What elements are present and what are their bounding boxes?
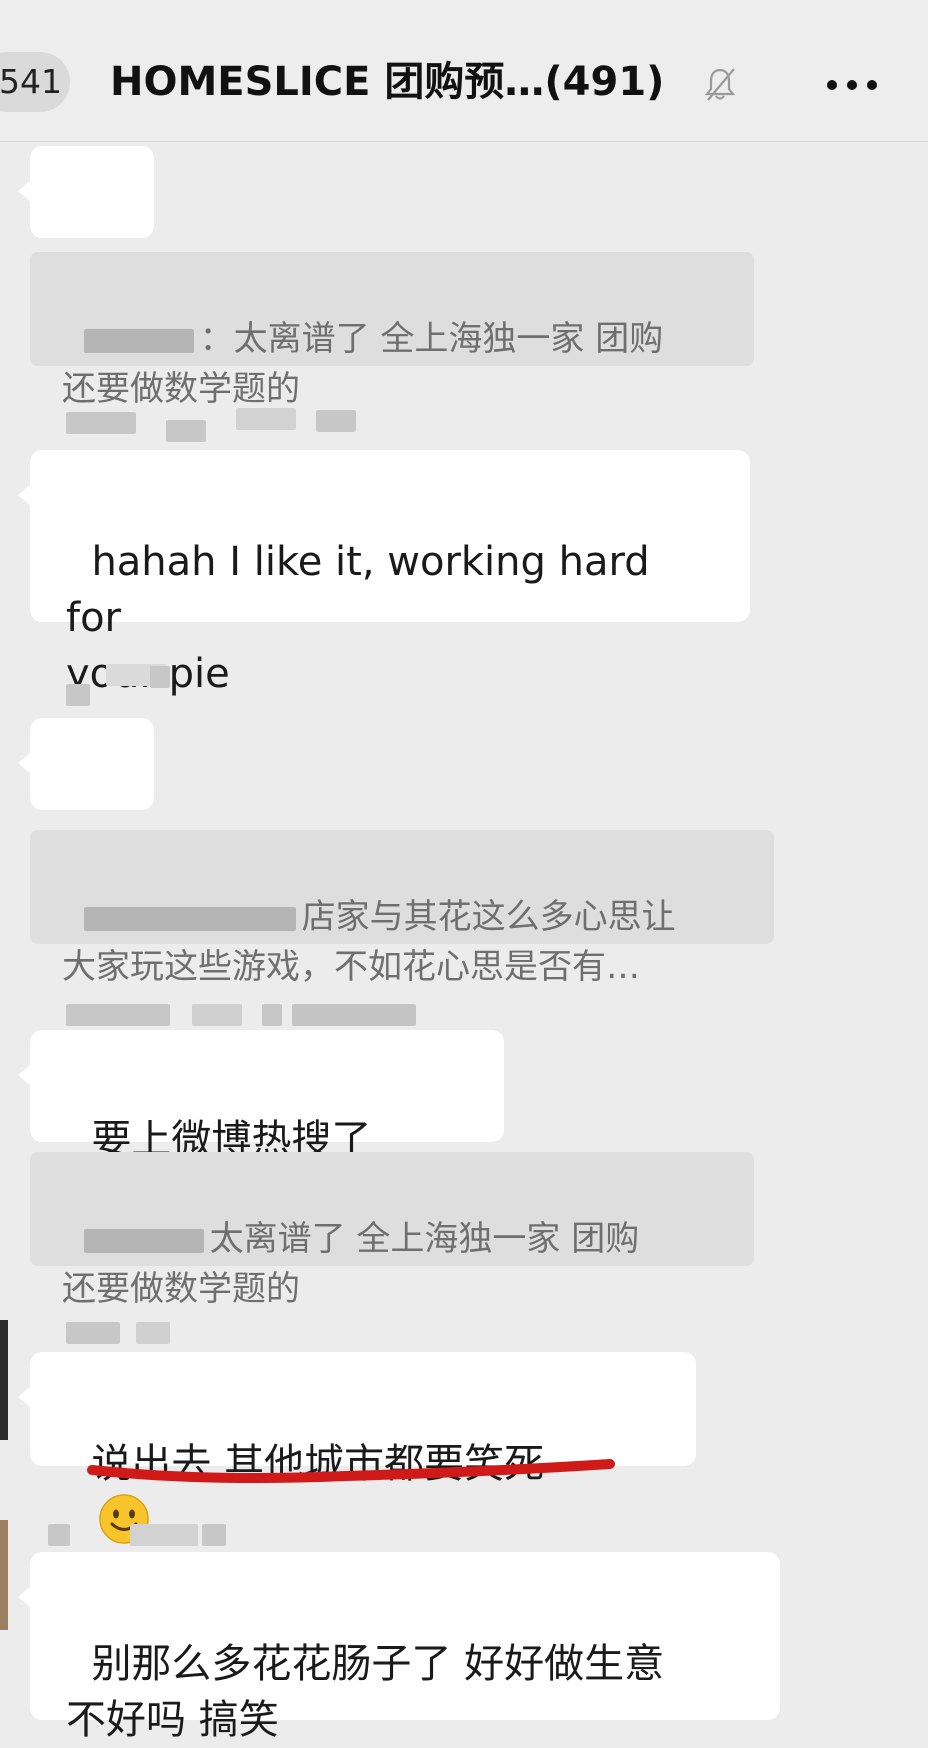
quoted-message[interactable]: 太离谱了 全上海独一家 团购 还要做数学题的 — [30, 1152, 754, 1309]
sender-name-blurred — [48, 1518, 348, 1552]
quoted-message[interactable]: 店家与其花这么多心思让 大家玩这些游戏，不如花心思是否有… — [30, 830, 774, 987]
bell-muted-icon — [704, 68, 736, 101]
sender-name-blurred — [66, 1316, 366, 1350]
blurred-name — [83, 328, 194, 353]
message-text: 别那么多花花肠子了 好好做生意 不好吗 搞笑 — [66, 1641, 665, 1743]
red-underline-annotation — [87, 1459, 615, 1483]
chat-title: HOMESLICE 团购预…(491) — [110, 59, 665, 105]
message-bubble[interactable]: +1 — [18, 718, 154, 899]
message-bubble[interactable]: hahah I like it, working hard for your p… — [18, 450, 750, 697]
blurred-name — [83, 1228, 204, 1253]
chat-header: 541 HOMESLICE 团购预…(491) — [0, 0, 928, 142]
message-bubble[interactable]: 要上微博热搜了 — [18, 1030, 504, 1220]
message-bubble[interactable]: 别那么多花花肠子了 好好做生意 不好吗 搞笑 — [18, 1552, 780, 1743]
sender-name-blurred — [66, 406, 366, 442]
avatar-edge — [0, 1320, 8, 1440]
message-bubble[interactable]: 说出去 其他城市都要笑死 — [18, 1352, 696, 1544]
avatar-edge — [0, 1520, 8, 1630]
more-dots-icon[interactable] — [824, 70, 880, 100]
back-unread-count-button[interactable]: 541 — [0, 52, 70, 112]
sender-name-blurred — [66, 996, 416, 1030]
message-bubble[interactable]: +1 — [18, 146, 154, 327]
sender-name-blurred — [66, 664, 366, 706]
blurred-name — [83, 906, 296, 931]
quoted-message[interactable]: ：太离谱了 全上海独一家 团购 还要做数学题的 — [30, 252, 754, 409]
